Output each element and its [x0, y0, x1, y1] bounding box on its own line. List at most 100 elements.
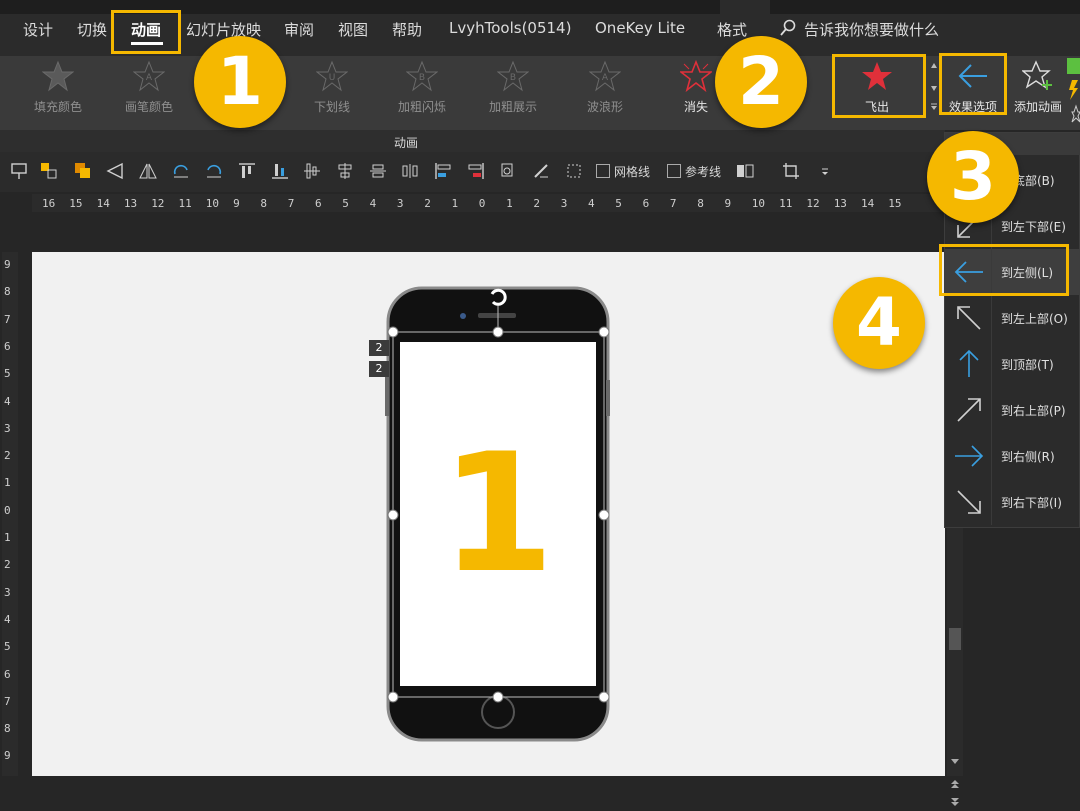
ruler-tick: 0: [478, 197, 486, 210]
ruler-tick: 8: [4, 285, 11, 299]
guides-checkbox[interactable]: [667, 164, 681, 178]
highlight-effect-options: [939, 53, 1007, 115]
menu-item-to-top-right[interactable]: 到右上部(P): [945, 387, 1080, 433]
ruler-tick: 5: [4, 367, 11, 381]
star-icon: [42, 60, 74, 92]
menu-item-label: 到右下部(I): [1001, 496, 1062, 510]
ruler-tick: 8: [4, 722, 11, 736]
bring-forward-icon[interactable]: [74, 162, 92, 180]
star-plus-icon: [1022, 60, 1052, 90]
add-animation-button[interactable]: 添加动画: [1008, 56, 1068, 116]
crop-icon[interactable]: [782, 162, 800, 180]
arrow-up-left-icon: [957, 306, 981, 330]
prev-next-slide-icon[interactable]: [949, 778, 961, 808]
tell-me-search[interactable]: 告诉我你想要做什么: [804, 19, 939, 40]
distribute-horizontal-icon[interactable]: [401, 162, 419, 180]
tab-onekey-lite[interactable]: OneKey Lite: [595, 19, 685, 37]
animation-order-tag[interactable]: 2: [369, 361, 389, 377]
rotate-icon[interactable]: [172, 162, 190, 180]
scrollbar-thumb[interactable]: [949, 628, 961, 650]
selection-pane-icon[interactable]: [736, 162, 754, 180]
ruler-tick: 2: [4, 449, 11, 463]
ruler-tick: 9: [4, 258, 11, 271]
svg-text:B: B: [510, 73, 516, 83]
step-badge: 3: [927, 131, 1019, 223]
title-strip: [0, 0, 720, 14]
menu-item-label: 到顶部(T): [1001, 358, 1054, 372]
star-b-icon: B: [497, 60, 529, 92]
effect-fill-color[interactable]: 填充颜色: [26, 56, 90, 116]
effect-bold-flash[interactable]: B 加粗闪烁: [390, 56, 454, 116]
ruler-tick: 7: [287, 197, 295, 210]
tab-lvyhtools[interactable]: LvyhTools(0514): [449, 19, 571, 37]
ruler-tick: 13: [123, 197, 138, 210]
svg-text:A: A: [602, 73, 609, 83]
effect-bold-reveal[interactable]: B 加粗展示: [481, 56, 545, 116]
highlight-fly-out: [832, 54, 926, 118]
ruler-tick: 1: [506, 197, 513, 210]
effect-underline[interactable]: U 下划线: [300, 56, 364, 116]
gridlines-label: 网格线: [614, 165, 651, 179]
svg-text:A: A: [146, 73, 153, 83]
group-icon[interactable]: [40, 162, 58, 180]
arrow-up-right-icon: [957, 398, 981, 422]
ruler-tick: 1: [4, 476, 11, 490]
align-center-icon[interactable]: [336, 162, 354, 180]
pen-icon[interactable]: [532, 162, 550, 180]
ruler-tick: 11: [779, 197, 793, 210]
ruler-tick: 4: [4, 394, 11, 408]
effect-label: 消失: [683, 100, 708, 114]
ruler-tick: 2: [4, 558, 11, 572]
tab-view[interactable]: 视图: [338, 19, 368, 40]
align-bottom-icon[interactable]: [271, 162, 289, 180]
tab-format[interactable]: 格式: [717, 19, 747, 40]
align-right-icon[interactable]: [467, 162, 485, 180]
menu-item-label: 到左下部(E): [1001, 220, 1066, 234]
tab-transitions[interactable]: 切换: [77, 19, 107, 40]
effect-pen-color[interactable]: A 画笔颜色: [117, 56, 181, 116]
ruler-tick: 6: [4, 667, 11, 681]
menu-item-to-right[interactable]: 到右侧(R): [945, 433, 1080, 479]
animation-pane-icons[interactable]: [1066, 56, 1080, 126]
ruler-tick: 6: [315, 197, 322, 210]
menu-item-label: 到右侧(R): [1001, 450, 1055, 464]
selection-icon[interactable]: [565, 162, 583, 180]
insert-textbox-icon[interactable]: [10, 162, 28, 180]
ruler-tick: 14: [96, 197, 110, 210]
ruler-tick: 3: [396, 197, 404, 210]
tab-review[interactable]: 审阅: [284, 19, 314, 40]
gridlines-checkbox[interactable]: [596, 164, 610, 178]
ruler-tick: 14: [861, 197, 875, 210]
highlight-to-left: [939, 244, 1069, 296]
distribute-icon[interactable]: [369, 162, 387, 180]
ruler-tick: 16: [42, 197, 56, 210]
ruler-tick: 10: [751, 197, 766, 210]
gallery-scroll-icon[interactable]: [930, 60, 938, 110]
ruler-tick: 5: [4, 640, 11, 654]
effect-label: 加粗闪烁: [397, 100, 446, 114]
align-left-tri-icon[interactable]: [106, 162, 124, 180]
flip-horizontal-icon[interactable]: [139, 162, 157, 180]
tab-design[interactable]: 设计: [23, 19, 53, 40]
title-strip-right: [770, 0, 1080, 14]
menu-item-to-top[interactable]: 到顶部(T): [945, 341, 1080, 387]
format-painter-icon[interactable]: [499, 162, 517, 180]
customize-toolbar-icon[interactable]: [816, 162, 834, 180]
rotate-right-icon[interactable]: [205, 162, 223, 180]
ruler-tick: 1: [4, 531, 11, 544]
align-middle-icon[interactable]: [303, 162, 321, 180]
search-icon[interactable]: [780, 19, 796, 37]
effect-wave[interactable]: A 波浪形: [573, 56, 637, 116]
ruler-tick: 4: [4, 612, 11, 626]
scroll-down-icon[interactable]: [949, 756, 961, 766]
tab-help[interactable]: 帮助: [392, 19, 422, 40]
menu-item-to-bottom-right[interactable]: 到右下部(I): [945, 479, 1080, 525]
menu-item-to-top-left[interactable]: 到左上部(O): [945, 295, 1080, 341]
animation-order-tag[interactable]: 2: [369, 340, 389, 356]
step-badge: 4: [833, 277, 925, 369]
align-top-icon[interactable]: [238, 162, 256, 180]
horizontal-ruler: 16 15 14 13 12 11 10 9 8 7 6 5 4 3 2 1 0 1 2 3 4 5 6 7 8 9 10 11 12 1…: [32, 194, 945, 212]
effect-label: 画笔颜色: [124, 100, 173, 114]
ruler-tick: 0: [4, 503, 11, 517]
align-left-icon[interactable]: [434, 162, 452, 180]
